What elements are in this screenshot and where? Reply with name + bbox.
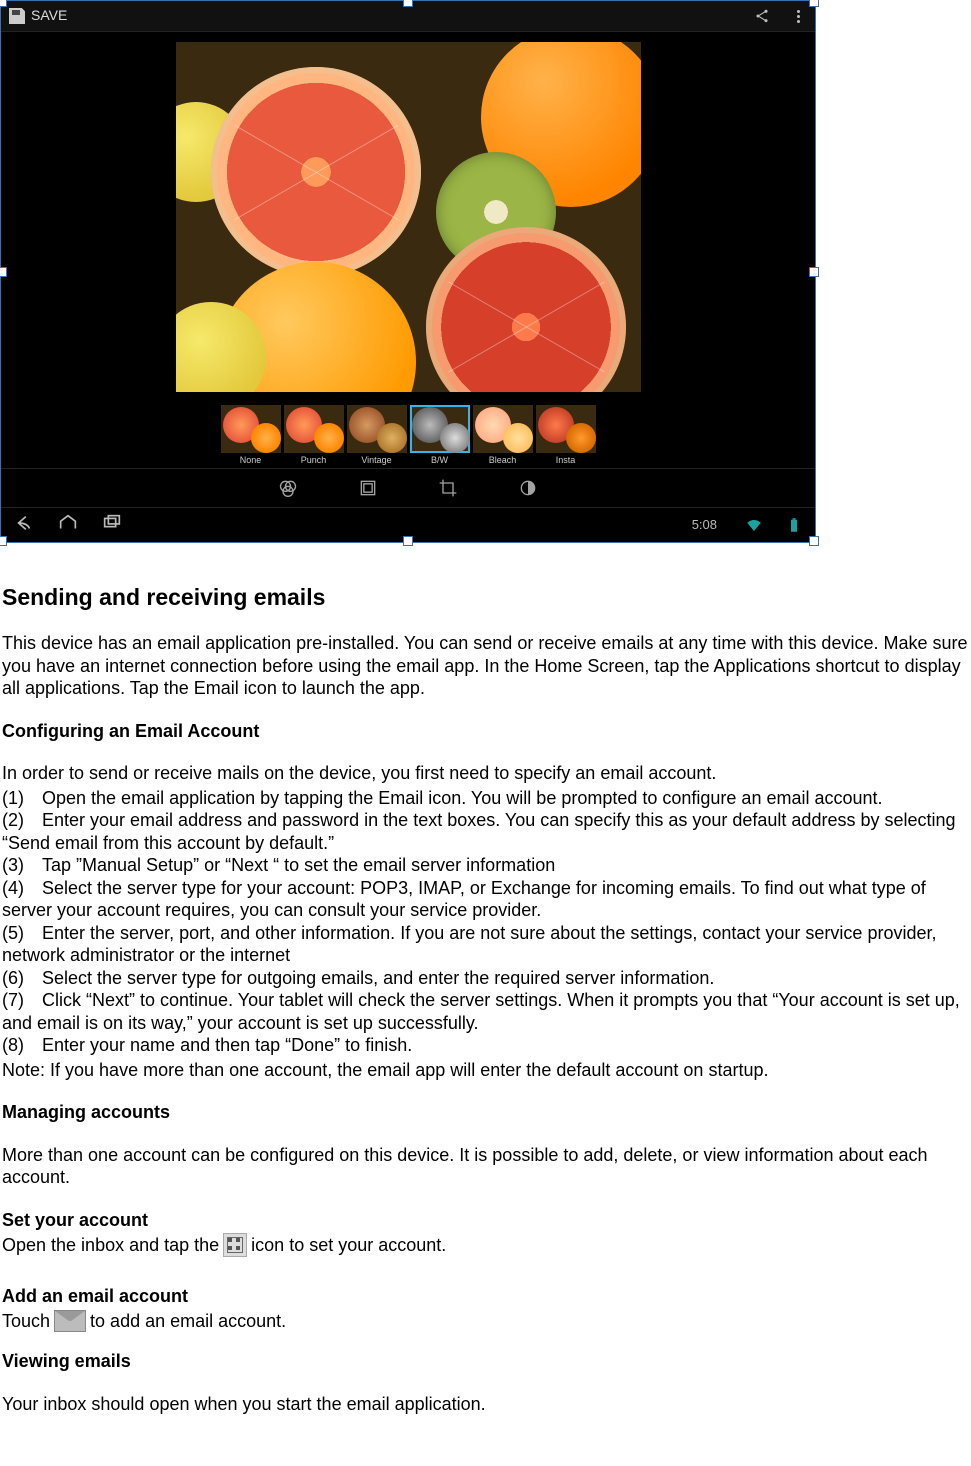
filters-tool-icon[interactable] xyxy=(277,477,299,499)
resize-handle xyxy=(809,536,819,546)
resize-handle xyxy=(0,267,7,277)
document-body: Sending and receiving emails This device… xyxy=(0,583,971,1439)
config-step: (8) Enter your name and then tap “Done” … xyxy=(2,1034,969,1057)
edit-tool-row xyxy=(1,468,815,508)
heading-viewing: Viewing emails xyxy=(2,1350,969,1373)
tablet-screenshot: SAVE NonePunchVintageB/WBleachInsta xyxy=(0,0,816,543)
paragraph: This device has an email application pre… xyxy=(2,632,969,700)
text: to add an email account. xyxy=(90,1310,286,1333)
paragraph: Touch to add an email account. xyxy=(2,1310,969,1333)
config-steps: (1) Open the email application by tappin… xyxy=(2,787,969,1057)
filter-label: Insta xyxy=(536,455,596,466)
battery-icon xyxy=(785,516,803,534)
resize-handle xyxy=(0,0,7,7)
filter-label: B/W xyxy=(410,455,470,466)
crop-tool-icon[interactable] xyxy=(437,477,459,499)
filter-thumb-bleach[interactable]: Bleach xyxy=(473,405,533,466)
filter-thumb-insta[interactable]: Insta xyxy=(536,405,596,466)
heading-configuring: Configuring an Email Account xyxy=(2,720,969,743)
config-step: (4) Select the server type for your acco… xyxy=(2,877,969,922)
text: icon to set your account. xyxy=(251,1234,446,1257)
heading-sending: Sending and receiving emails xyxy=(2,583,969,612)
paragraph: In order to send or receive mails on the… xyxy=(2,762,969,785)
frame-tool-icon[interactable] xyxy=(357,477,379,499)
status-clock: 5:08 xyxy=(692,517,717,533)
resize-handle xyxy=(809,0,819,7)
overflow-menu-icon[interactable] xyxy=(789,7,807,25)
resize-handle xyxy=(809,267,819,277)
photo-stage xyxy=(1,32,815,402)
resize-handle xyxy=(403,0,413,7)
filter-strip: NonePunchVintageB/WBleachInsta xyxy=(1,402,815,468)
paragraph: Open the inbox and tap the icon to set y… xyxy=(2,1233,969,1257)
resize-handle xyxy=(0,536,7,546)
home-icon[interactable] xyxy=(57,512,79,540)
paragraph: Your inbox should open when you start th… xyxy=(2,1393,969,1416)
text: Open the inbox and tap the xyxy=(2,1234,219,1257)
mail-icon xyxy=(54,1310,86,1332)
heading-set-account: Set your account xyxy=(2,1209,969,1232)
photo-preview[interactable] xyxy=(176,42,641,392)
heading-managing: Managing accounts xyxy=(2,1101,969,1124)
save-icon[interactable] xyxy=(9,8,25,24)
config-step: (7) Click “Next” to continue. Your table… xyxy=(2,989,969,1034)
resize-handle xyxy=(403,536,413,546)
config-step: (1) Open the email application by tappin… xyxy=(2,787,969,810)
config-step: (2) Enter your email address and passwor… xyxy=(2,809,969,854)
filter-label: Bleach xyxy=(473,455,533,466)
share-icon[interactable] xyxy=(753,7,771,25)
filter-thumb-none[interactable]: None xyxy=(221,405,281,466)
filter-thumb-vintage[interactable]: Vintage xyxy=(347,405,407,466)
filter-label: None xyxy=(221,455,281,466)
adjust-tool-icon[interactable] xyxy=(517,477,539,499)
config-step: (6) Select the server type for outgoing … xyxy=(2,967,969,990)
filter-thumb-bw[interactable]: B/W xyxy=(410,405,470,466)
paragraph: More than one account can be configured … xyxy=(2,1144,969,1189)
heading-add-account: Add an email account xyxy=(2,1285,969,1308)
back-icon[interactable] xyxy=(13,512,35,540)
filter-label: Vintage xyxy=(347,455,407,466)
note: Note: If you have more than one account,… xyxy=(2,1059,969,1082)
config-step: (3) Tap ”Manual Setup” or “Next “ to set… xyxy=(2,854,969,877)
save-label[interactable]: SAVE xyxy=(31,7,67,25)
config-step: (5) Enter the server, port, and other in… xyxy=(2,922,969,967)
wifi-icon xyxy=(745,516,763,534)
recent-apps-icon[interactable] xyxy=(101,512,123,540)
settings-icon xyxy=(223,1233,247,1257)
filter-thumb-punch[interactable]: Punch xyxy=(284,405,344,466)
filter-label: Punch xyxy=(284,455,344,466)
text: Touch xyxy=(2,1310,50,1333)
